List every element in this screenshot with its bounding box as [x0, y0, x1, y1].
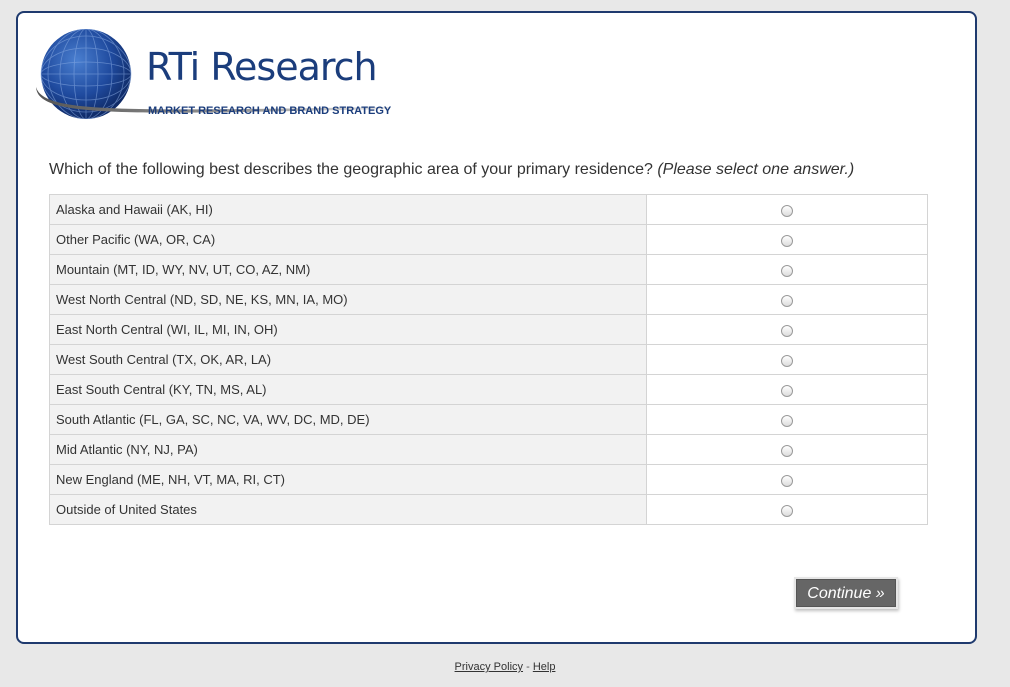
option-row[interactable]: East North Central (WI, IL, MI, IN, OH)	[49, 314, 928, 345]
privacy-policy-link[interactable]: Privacy Policy	[455, 661, 523, 673]
option-radio-button[interactable]	[781, 234, 793, 247]
question-text: Which of the following best describes th…	[49, 161, 854, 179]
continue-button[interactable]: Continue »	[796, 579, 896, 607]
option-row[interactable]: New England (ME, NH, VT, MA, RI, CT)	[49, 464, 928, 495]
question-prompt: Which of the following best describes th…	[49, 161, 653, 178]
option-radio-cell[interactable]	[646, 404, 928, 435]
options-table: Alaska and Hawaii (AK, HI) Other Pacific …	[49, 194, 928, 525]
option-radio-button[interactable]	[781, 204, 793, 217]
option-row[interactable]: Outside of United States	[49, 494, 928, 525]
option-label: Other Pacific (WA, OR, CA)	[49, 224, 647, 255]
footer: Privacy Policy - Help	[0, 661, 1010, 673]
footer-separator: -	[526, 661, 530, 673]
help-link[interactable]: Help	[533, 661, 556, 673]
option-label: Alaska and Hawaii (AK, HI)	[49, 194, 647, 225]
option-radio-cell[interactable]	[646, 434, 928, 465]
option-radio-button[interactable]	[781, 294, 793, 307]
option-row[interactable]: Mid Atlantic (NY, NJ, PA)	[49, 434, 928, 465]
rti-logo: RTi Research MARKET RESEARCH AND BRAND S…	[34, 28, 394, 120]
option-row[interactable]: Other Pacific (WA, OR, CA)	[49, 224, 928, 255]
option-radio-cell[interactable]	[646, 374, 928, 405]
option-radio-button[interactable]	[781, 264, 793, 277]
option-label: Mountain (MT, ID, WY, NV, UT, CO, AZ, NM…	[49, 254, 647, 285]
option-label: West South Central (TX, OK, AR, LA)	[49, 344, 647, 375]
option-radio-button[interactable]	[781, 444, 793, 457]
option-row[interactable]: South Atlantic (FL, GA, SC, NC, VA, WV, …	[49, 404, 928, 435]
option-radio-cell[interactable]	[646, 224, 928, 255]
option-radio-cell[interactable]	[646, 314, 928, 345]
option-row[interactable]: East South Central (KY, TN, MS, AL)	[49, 374, 928, 405]
survey-card: RTi Research MARKET RESEARCH AND BRAND S…	[16, 11, 977, 644]
option-radio-button[interactable]	[781, 474, 793, 487]
option-label: Mid Atlantic (NY, NJ, PA)	[49, 434, 647, 465]
logo-name: RTi Research	[146, 45, 378, 89]
option-label: East North Central (WI, IL, MI, IN, OH)	[49, 314, 647, 345]
option-label: New England (ME, NH, VT, MA, RI, CT)	[49, 464, 647, 495]
option-row[interactable]: Alaska and Hawaii (AK, HI)	[49, 194, 928, 225]
option-row[interactable]: West North Central (ND, SD, NE, KS, MN, …	[49, 284, 928, 315]
option-row[interactable]: Mountain (MT, ID, WY, NV, UT, CO, AZ, NM…	[49, 254, 928, 285]
option-radio-cell[interactable]	[646, 194, 928, 225]
option-radio-button[interactable]	[781, 384, 793, 397]
option-radio-cell[interactable]	[646, 464, 928, 495]
option-radio-cell[interactable]	[646, 254, 928, 285]
option-label: West North Central (ND, SD, NE, KS, MN, …	[49, 284, 647, 315]
option-label: Outside of United States	[49, 494, 647, 525]
option-radio-button[interactable]	[781, 414, 793, 427]
logo-tagline: MARKET RESEARCH AND BRAND STRATEGY	[148, 105, 392, 117]
option-radio-cell[interactable]	[646, 284, 928, 315]
option-row[interactable]: West South Central (TX, OK, AR, LA)	[49, 344, 928, 375]
option-radio-button[interactable]	[781, 324, 793, 337]
question-instruction: (Please select one answer.)	[657, 161, 855, 178]
option-label: East South Central (KY, TN, MS, AL)	[49, 374, 647, 405]
option-radio-cell[interactable]	[646, 494, 928, 525]
option-radio-cell[interactable]	[646, 344, 928, 375]
option-radio-button[interactable]	[781, 504, 793, 517]
option-radio-button[interactable]	[781, 354, 793, 367]
option-label: South Atlantic (FL, GA, SC, NC, VA, WV, …	[49, 404, 647, 435]
